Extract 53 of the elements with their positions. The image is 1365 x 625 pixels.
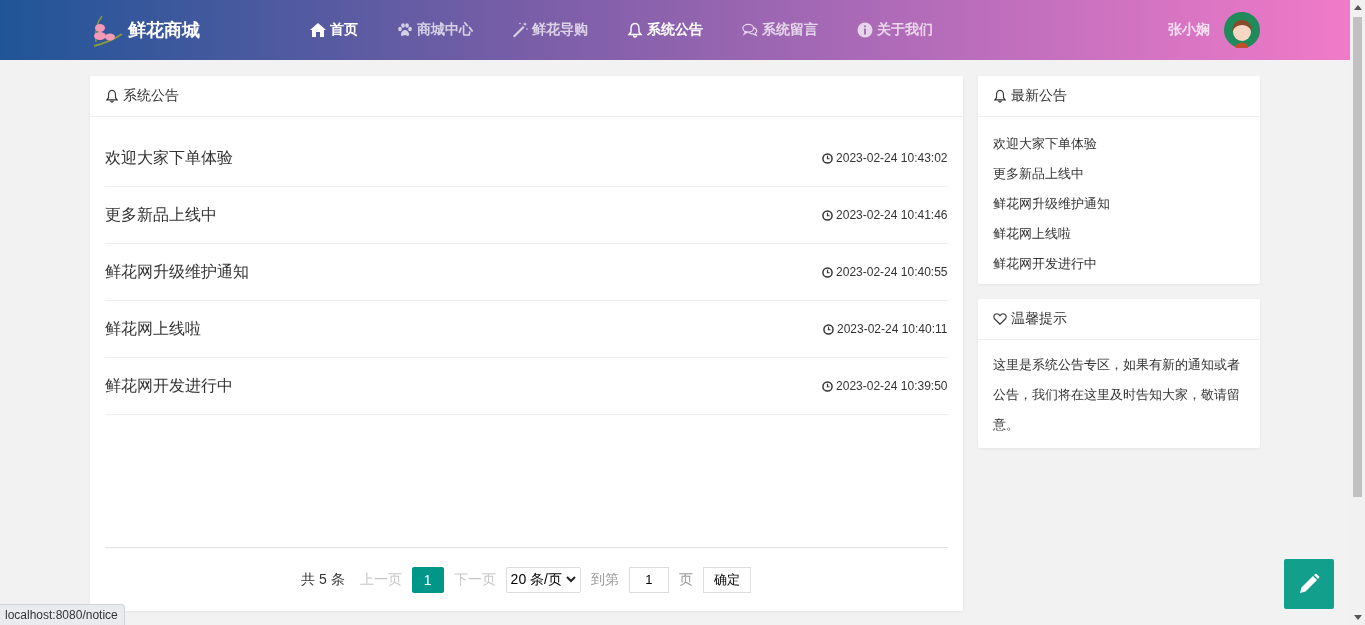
- latest-notice-link[interactable]: 鲜花网上线啦: [992, 219, 1245, 249]
- goto-label: 到第: [590, 570, 619, 589]
- latest-notice-link[interactable]: 更多新品上线中: [992, 159, 1245, 189]
- notice-time: 2023-02-24 10:40:11: [836, 322, 948, 336]
- total-count: 共 5 条: [301, 570, 345, 589]
- bell-icon: [992, 89, 1007, 103]
- nav-link[interactable]: 商城中心: [397, 21, 473, 39]
- confirm-button[interactable]: 确定: [702, 566, 751, 593]
- nav-link[interactable]: 首页: [310, 21, 358, 39]
- notice-time: 2023-02-24 10:43:02: [836, 151, 948, 165]
- scroll-down-arrow-icon[interactable]: [1353, 615, 1362, 620]
- speech-bubbles-icon: [742, 22, 758, 38]
- nav-link[interactable]: 鲜花导购: [512, 21, 588, 39]
- clock-icon: [822, 380, 834, 392]
- scrollbar-thumb[interactable]: [1353, 17, 1362, 497]
- tips-text: 这里是系统公告专区，如果有新的通知或者公告，我们将在这里及时告知大家，敬请留意。: [991, 356, 1241, 434]
- bell-icon: [104, 89, 119, 103]
- chevron-down-icon: [565, 576, 576, 583]
- status-url: localhost:8080/notice: [0, 604, 125, 625]
- notice-title-link[interactable]: 鲜花网升级维护通知: [104, 261, 249, 283]
- home-icon: [310, 22, 326, 38]
- card-title: 系统公告: [122, 87, 179, 105]
- notice-title-link[interactable]: 鲜花网开发进行中: [104, 375, 233, 397]
- avatar-icon[interactable]: [1224, 12, 1260, 48]
- site-title[interactable]: 鲜花商城: [128, 18, 200, 42]
- latest-notice-link[interactable]: 鲜花网升级维护通知: [992, 189, 1245, 219]
- bell-icon: [627, 22, 643, 38]
- page-unit-label: 页: [678, 570, 693, 589]
- latest-notice-link[interactable]: 鲜花网开发进行中: [992, 249, 1245, 279]
- latest-notice-link[interactable]: 欢迎大家下单体验: [992, 129, 1245, 159]
- card-title: 温馨提示: [1010, 310, 1067, 328]
- notice-title-link[interactable]: 鲜花网上线啦: [104, 318, 201, 340]
- magic-wand-icon: [512, 22, 528, 38]
- card-title: 最新公告: [1010, 87, 1067, 105]
- scroll-up-arrow-icon[interactable]: [1353, 5, 1362, 10]
- page-number-button[interactable]: 1: [411, 566, 444, 593]
- clock-icon: [822, 323, 834, 335]
- edit-button[interactable]: [1284, 559, 1334, 609]
- nav-link[interactable]: 系统公告: [627, 21, 703, 39]
- notice-time: 2023-02-24 10:41:46: [836, 208, 948, 222]
- clock-icon: [822, 209, 834, 221]
- clock-icon: [822, 266, 834, 278]
- paw-icon: [397, 22, 413, 38]
- page-size-select[interactable]: 20 条/页: [505, 566, 581, 593]
- notice-title-link[interactable]: 更多新品上线中: [104, 204, 217, 226]
- notice-time: 2023-02-24 10:39:50: [836, 379, 948, 393]
- heart-icon: [992, 312, 1007, 326]
- page-number-input[interactable]: 1: [628, 566, 669, 593]
- clock-icon: [822, 152, 834, 164]
- notice-title-link[interactable]: 欢迎大家下单体验: [104, 147, 233, 169]
- info-icon: [857, 22, 873, 38]
- pencil-icon: [1298, 573, 1320, 595]
- notice-time: 2023-02-24 10:40:55: [836, 265, 948, 279]
